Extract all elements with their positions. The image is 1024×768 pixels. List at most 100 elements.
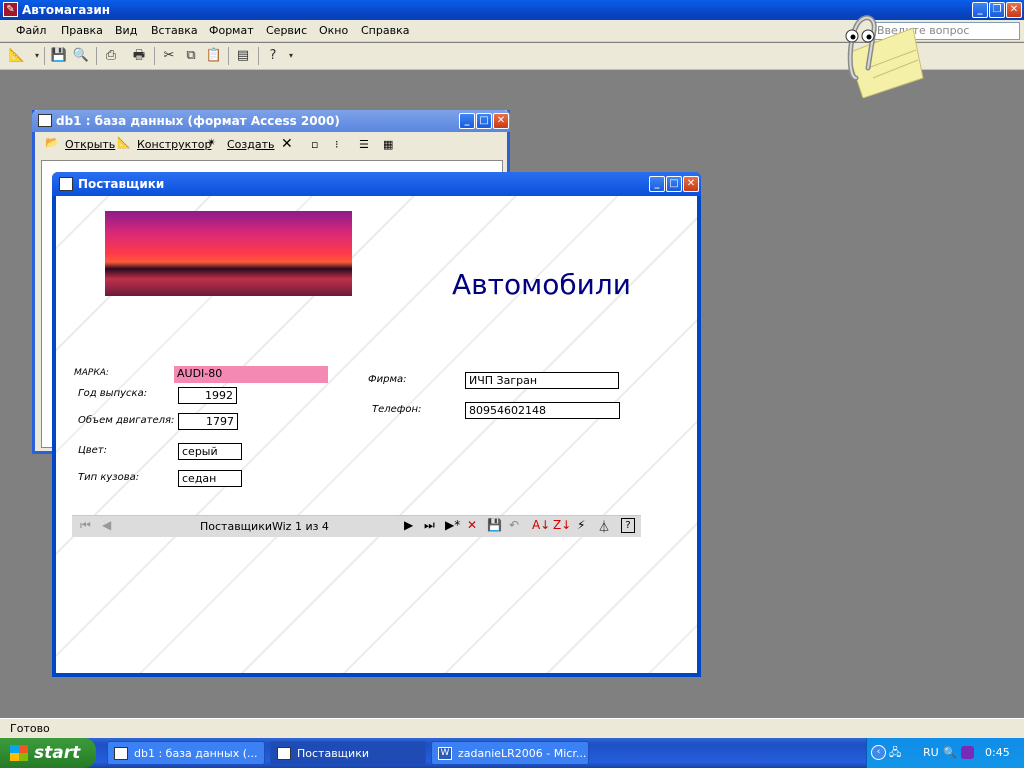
print-preview-icon[interactable]: ⎙ — [102, 47, 120, 65]
delete-icon[interactable]: ✕ — [281, 136, 293, 152]
menu-view[interactable]: Вид — [115, 24, 137, 37]
restore-button[interactable]: ❐ — [989, 2, 1005, 18]
phone-field[interactable]: 80954602148 — [465, 402, 620, 419]
filter-icon[interactable]: ⏃ — [598, 518, 610, 535]
copy-icon[interactable]: ⧉ — [182, 47, 200, 65]
network-icon[interactable]: 🖧 — [889, 738, 901, 768]
database-window-titlebar[interactable]: db1 : база данных (формат Access 2000) _… — [32, 110, 510, 132]
color-field[interactable]: серый — [178, 443, 242, 460]
taskbar-item-word[interactable]: W zadanieLR2006 - Micr... — [431, 741, 589, 765]
status-text: Готово — [10, 722, 50, 735]
menu-help[interactable]: Справка — [361, 24, 409, 37]
toolbar-separator — [44, 47, 45, 65]
record-navigation-bar: ⏮ ◀ ПоставщикиWiz 1 из 4 ▶ ⏭ ▶* ✕ 💾 ↶ A↓… — [72, 515, 641, 537]
body-type-field[interactable]: седан — [178, 470, 242, 487]
firm-label: Фирма: — [368, 374, 407, 385]
paste-icon[interactable]: 📋 — [205, 47, 223, 65]
open-icon[interactable]: 📂 — [45, 136, 59, 149]
small-icons-icon[interactable]: ⁝ — [335, 138, 339, 151]
help-icon[interactable]: ? — [264, 47, 282, 65]
status-bar: Готово — [0, 718, 1024, 738]
start-button[interactable]: start — [0, 738, 96, 768]
start-label: start — [34, 743, 81, 763]
menu-file[interactable]: Файл — [16, 24, 46, 37]
new-icon[interactable]: ✴ — [207, 136, 216, 149]
firm-field[interactable]: ИЧП Загран — [465, 372, 619, 389]
engine-label: Объем двигателя: — [78, 415, 175, 426]
first-record-icon[interactable]: ⏮ — [80, 518, 91, 533]
db-maximize-button[interactable]: □ — [476, 113, 492, 129]
print-icon[interactable]: 🖶 — [130, 47, 148, 65]
list-view-icon[interactable]: ☰ — [359, 138, 369, 151]
previous-record-icon[interactable]: ◀ — [102, 518, 111, 532]
database-window-title: db1 : база данных (формат Access 2000) — [56, 114, 340, 128]
form-heading: Автомобили — [452, 268, 631, 301]
tray-expand-icon[interactable]: ‹ — [871, 745, 886, 760]
design-view-icon[interactable]: 📐 — [8, 47, 26, 65]
record-counter: ПоставщикиWiz 1 из 4 — [200, 520, 329, 533]
save-record-icon[interactable]: 💾 — [487, 518, 502, 532]
form-window: Поставщики _ □ ✕ Автомобили МАРКА: AUDI-… — [52, 172, 701, 677]
word-icon: W — [438, 747, 452, 760]
toolbar-separator — [228, 47, 229, 65]
minimize-button[interactable]: _ — [972, 2, 988, 18]
window-icon[interactable]: ▤ — [234, 47, 252, 65]
database-icon — [38, 114, 52, 127]
menu-format[interactable]: Формат — [209, 24, 254, 37]
search-icon[interactable]: 🔍 — [72, 47, 90, 65]
sunset-image — [105, 211, 352, 296]
undo-icon[interactable]: ↶ — [509, 518, 519, 532]
delete-record-icon[interactable]: ✕ — [467, 518, 477, 532]
db-open-button[interactable]: Открыть — [65, 138, 115, 151]
search-icon[interactable]: 🔍 — [943, 738, 957, 768]
marka-field[interactable]: AUDI-80 — [174, 366, 328, 383]
sort-descending-icon[interactable]: Z↓ — [553, 518, 571, 532]
filter-by-selection-icon[interactable]: ⚡ — [577, 518, 585, 532]
details-view-icon[interactable]: ▦ — [383, 138, 393, 151]
last-record-icon[interactable]: ⏭ — [424, 518, 435, 533]
form-close-button[interactable]: ✕ — [683, 176, 699, 192]
language-indicator[interactable]: RU — [923, 738, 939, 768]
close-button[interactable]: ✕ — [1006, 2, 1022, 18]
next-record-icon[interactable]: ▶ — [404, 518, 413, 532]
body-type-label: Тип кузова: — [78, 472, 140, 483]
db-minimize-button[interactable]: _ — [459, 113, 475, 129]
menu-insert[interactable]: Вставка — [151, 24, 198, 37]
form-minimize-button[interactable]: _ — [649, 176, 665, 192]
engine-field[interactable]: 1797 — [178, 413, 238, 430]
office-assistant-icon[interactable] — [818, 8, 928, 98]
save-icon[interactable]: 💾 — [50, 47, 68, 65]
new-record-icon[interactable]: ▶* — [445, 518, 460, 532]
form-icon — [59, 177, 73, 191]
menu-tools[interactable]: Сервис — [266, 24, 307, 37]
form-window-titlebar[interactable]: Поставщики _ □ ✕ — [52, 172, 701, 196]
year-label: Год выпуска: — [78, 388, 148, 399]
design-icon[interactable]: 📐 — [117, 136, 131, 149]
taskbar-item-label: zadanieLR2006 - Micr... — [458, 747, 587, 760]
help-icon[interactable]: ? — [621, 518, 635, 533]
cut-icon[interactable]: ✂ — [160, 47, 178, 65]
form-window-title: Поставщики — [78, 177, 165, 191]
db-create-button[interactable]: Создать — [227, 138, 275, 151]
menu-window[interactable]: Окно — [319, 24, 348, 37]
dropdown-arrow-icon[interactable]: ▾ — [282, 47, 300, 65]
taskbar-item-database[interactable]: db1 : база данных (... — [107, 741, 265, 765]
taskbar-item-form[interactable]: Поставщики — [270, 741, 426, 765]
db-design-button[interactable]: Конструктор — [137, 138, 211, 151]
sort-ascending-icon[interactable]: A↓ — [532, 518, 550, 532]
toolbar-separator — [258, 47, 259, 65]
form-body: Автомобили МАРКА: AUDI-80 Год выпуска: 1… — [56, 196, 697, 673]
toolbar-separator — [96, 47, 97, 65]
year-field[interactable]: 1992 — [178, 387, 237, 404]
system-tray: ‹ 🖧 RU 🔍 0:45 — [866, 738, 1024, 768]
taskbar-item-label: Поставщики — [297, 747, 369, 760]
db-close-button[interactable]: ✕ — [493, 113, 509, 129]
app-tray-icon[interactable] — [961, 746, 974, 759]
form-icon — [277, 747, 291, 760]
menu-edit[interactable]: Правка — [61, 24, 103, 37]
clock: 0:45 — [985, 746, 1010, 759]
color-label: Цвет: — [78, 445, 108, 456]
form-maximize-button[interactable]: □ — [666, 176, 682, 192]
large-icons-icon[interactable]: ▫ — [311, 138, 318, 151]
windows-logo-icon — [10, 745, 28, 761]
